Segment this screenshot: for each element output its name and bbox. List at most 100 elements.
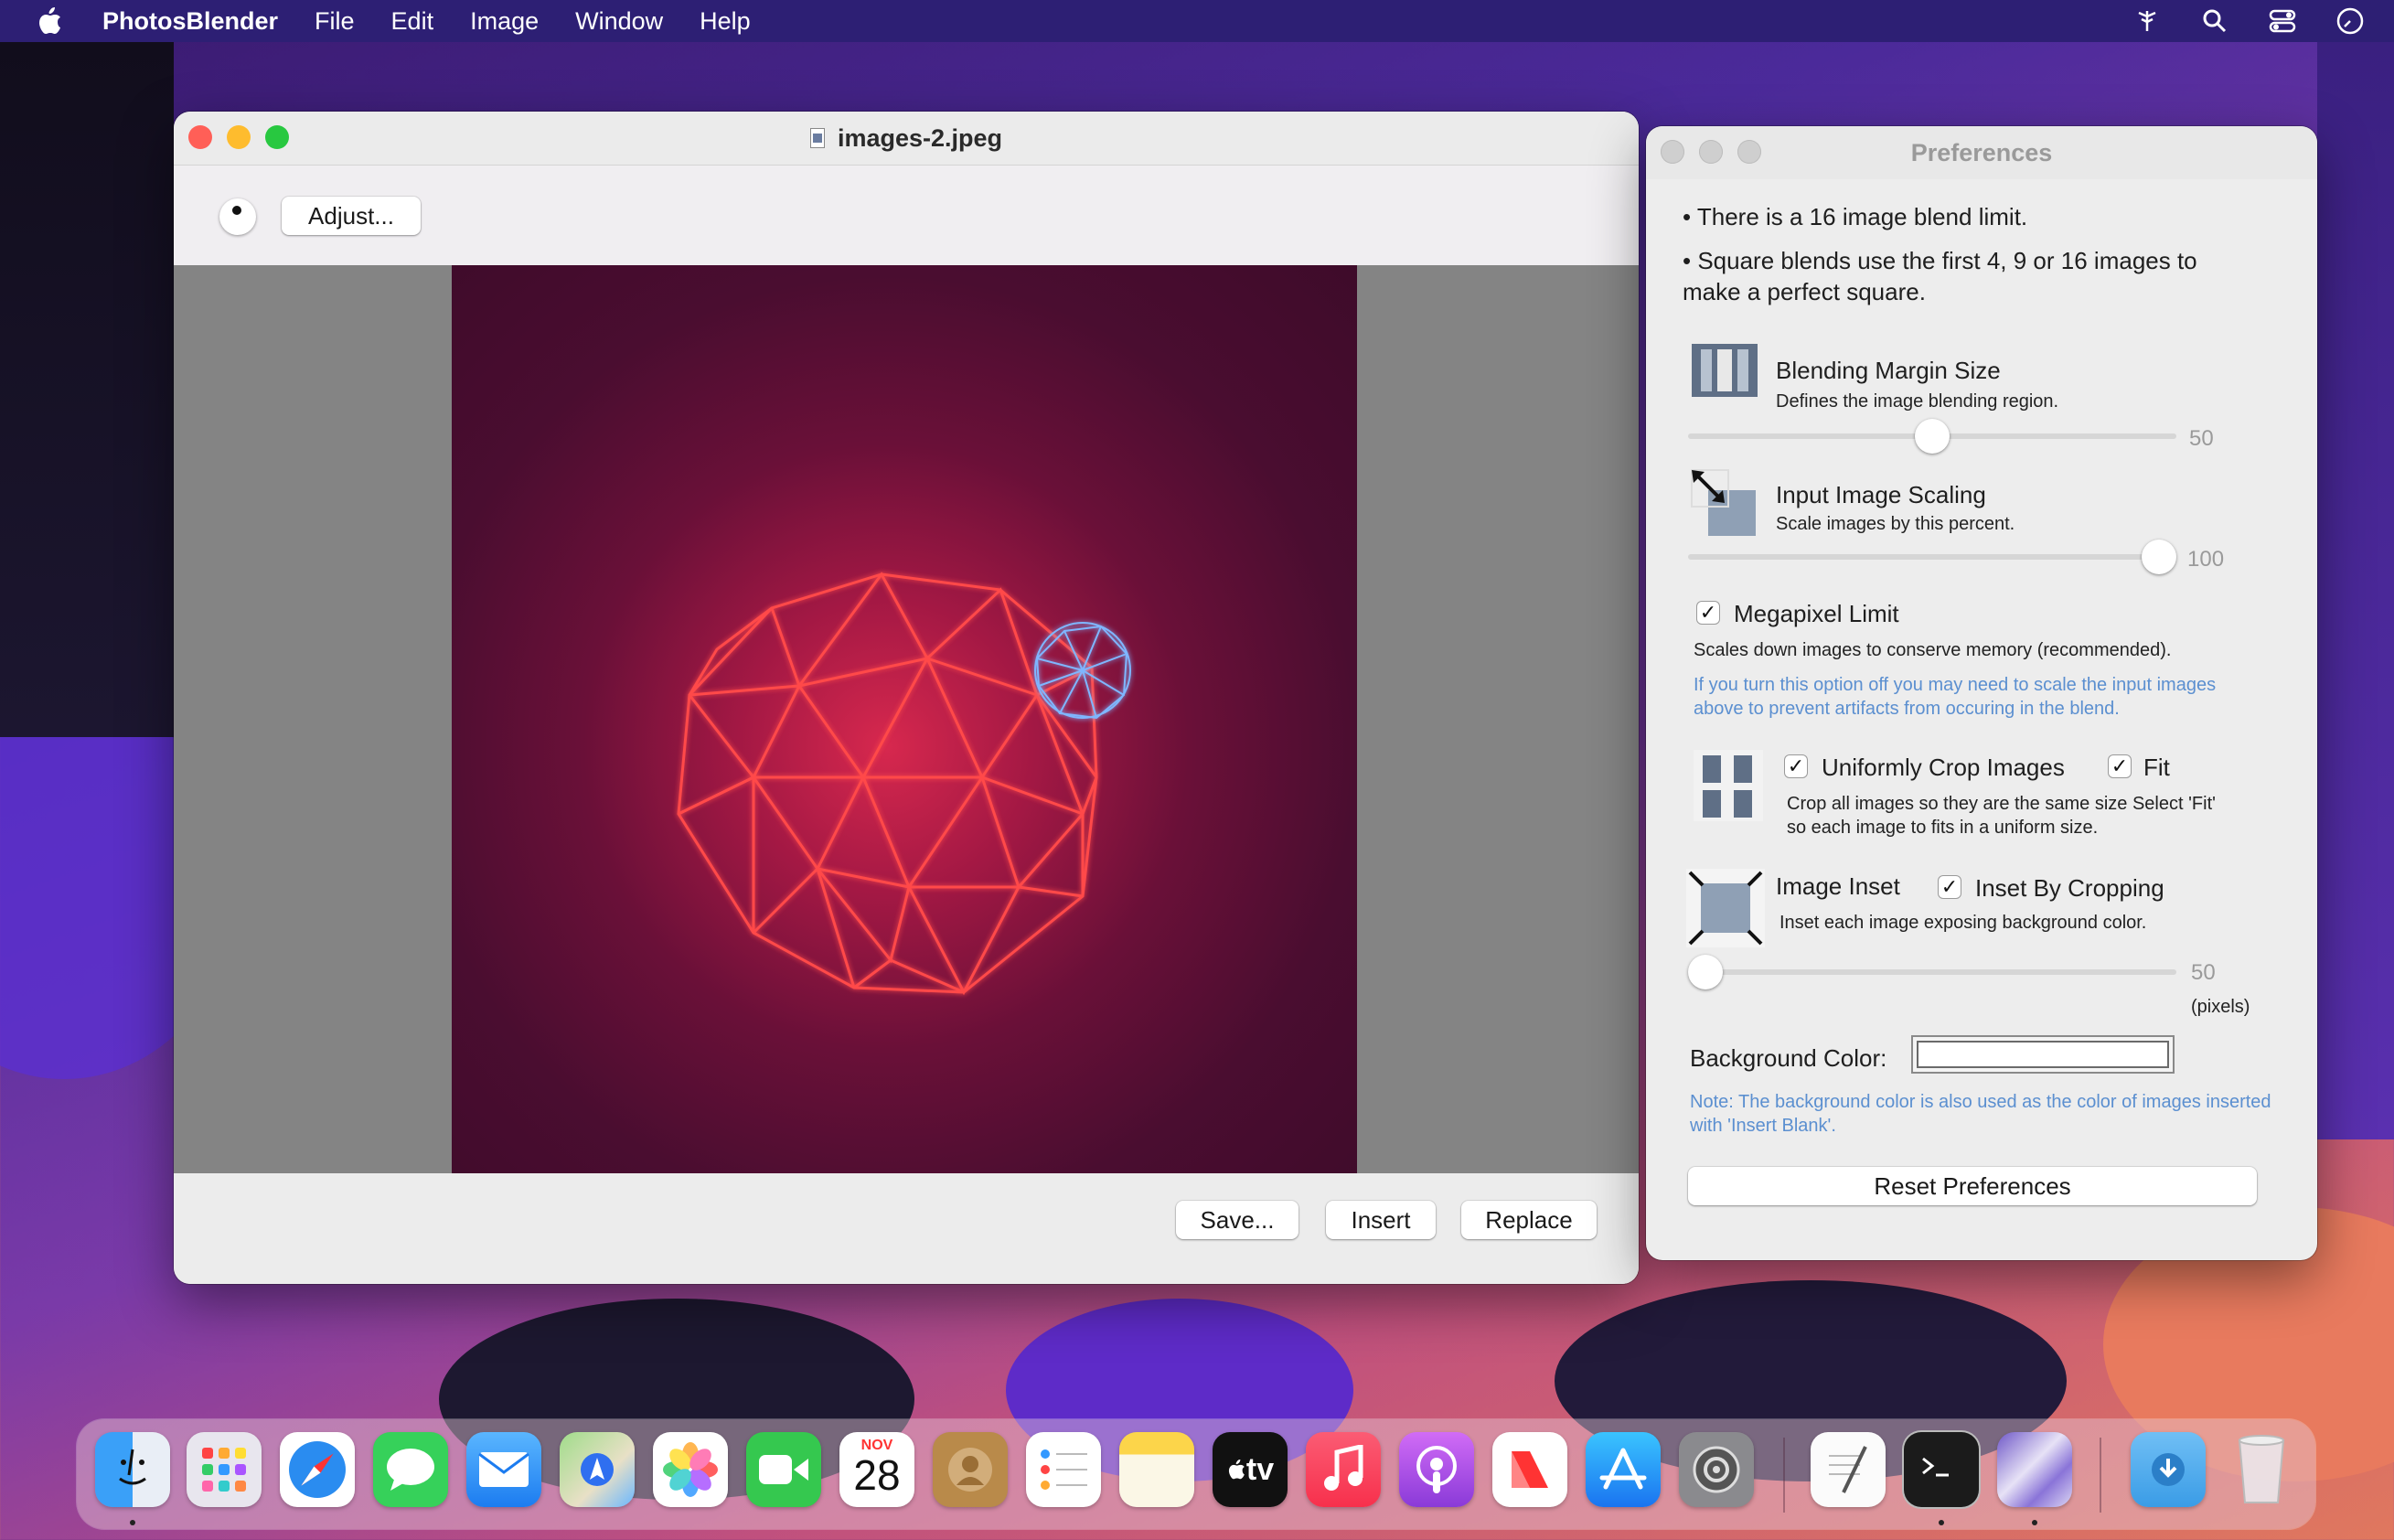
calendar-day: 28 (853, 1451, 901, 1499)
fit-checkbox[interactable]: ✓ (2109, 755, 2131, 777)
contacts-icon[interactable] (933, 1432, 1008, 1507)
zoom-button[interactable] (1737, 140, 1761, 164)
finder-icon[interactable] (95, 1432, 170, 1507)
inset-by-cropping-label: Inset By Cropping (1975, 874, 2164, 902)
megapixel-limit-checkbox[interactable]: ✓ (1697, 602, 1719, 624)
uniform-crop-icon (1694, 750, 1763, 821)
maps-icon[interactable] (560, 1432, 635, 1507)
preferences-window: Preferences • There is a 16 image blend … (1646, 126, 2317, 1260)
blending-margin-slider-knob[interactable] (1915, 419, 1950, 454)
photosblender-icon[interactable] (1997, 1432, 2072, 1507)
minimize-button[interactable] (1699, 140, 1723, 164)
blending-margin-icon (1690, 342, 1759, 399)
insert-button[interactable]: Insert (1326, 1201, 1436, 1239)
fit-label: Fit (2143, 754, 2170, 781)
save-button[interactable]: Save... (1176, 1201, 1299, 1239)
apple-menu-icon[interactable] (31, 3, 68, 39)
close-button[interactable] (1661, 140, 1684, 164)
notes-icon[interactable] (1119, 1432, 1194, 1507)
menu-help[interactable]: Help (700, 7, 751, 36)
input-scaling-icon (1690, 468, 1759, 538)
uniform-crop-desc-1: Crop all images so they are the same siz… (1787, 794, 2216, 814)
image-inset-slider[interactable] (1688, 969, 2176, 975)
image-inset-value: 50 (2191, 960, 2216, 985)
preferences-title: Preferences (1910, 138, 2053, 166)
preferences-titlebar[interactable]: Preferences (1646, 126, 2317, 179)
image-inset-desc: Inset each image exposing background col… (1779, 913, 2147, 933)
zoom-button[interactable] (265, 125, 289, 149)
downloads-folder-icon[interactable] (2131, 1432, 2206, 1507)
info-blend-limit: • There is a 16 image blend limit. (1683, 203, 2028, 230)
geodesic-sphere-image (677, 572, 1131, 996)
safari-icon[interactable] (280, 1432, 355, 1507)
image-window: images-2.jpeg Adjust... Save... Insert R… (174, 112, 1639, 1284)
image-preview (452, 265, 1357, 1173)
megapixel-limit-label: Megapixel Limit (1734, 600, 1899, 627)
menu-bar: PhotosBlender File Edit Image Window Hel… (0, 0, 2394, 42)
image-preview-area (174, 265, 1639, 1173)
system-settings-icon[interactable] (1679, 1432, 1754, 1507)
megapixel-limit-desc: Scales down images to conserve memory (r… (1694, 640, 2172, 660)
image-window-titlebar[interactable]: images-2.jpeg (174, 112, 1639, 166)
blending-margin-title: Blending Margin Size (1776, 357, 2001, 384)
wallpaper-shape (2317, 42, 2394, 1139)
siri-clock-icon[interactable] (2334, 5, 2367, 37)
dock-running-indicator (2032, 1520, 2037, 1525)
tv-icon[interactable]: tv (1213, 1432, 1288, 1507)
textedit-icon[interactable] (1811, 1432, 1886, 1507)
window-title: images-2.jpeg (837, 123, 1003, 152)
news-icon[interactable] (1492, 1432, 1567, 1507)
mail-icon[interactable] (466, 1432, 541, 1507)
facetime-icon[interactable] (746, 1432, 821, 1507)
document-icon (809, 128, 825, 148)
menu-edit[interactable]: Edit (391, 7, 434, 36)
control-center-icon[interactable] (2266, 5, 2299, 37)
input-scaling-value: 100 (2187, 547, 2225, 572)
input-scaling-desc: Scale images by this percent. (1776, 514, 2015, 534)
info-square-blends: • Square blends use the first 4, 9 or 16… (1683, 247, 2197, 274)
image-inset-slider-knob[interactable] (1688, 955, 1723, 989)
podcasts-icon[interactable] (1399, 1432, 1474, 1507)
dock: NOV 28 tv (77, 1419, 2315, 1529)
image-inset-icon (1686, 869, 1765, 947)
terminal-icon[interactable] (1904, 1432, 1979, 1507)
megapixel-limit-note: If you turn this option off you may need… (1694, 675, 2217, 719)
tv-label: tv (1245, 1451, 1275, 1487)
menu-file[interactable]: File (315, 7, 355, 36)
adjust-button[interactable]: Adjust... (282, 197, 421, 235)
dock-running-indicator (1939, 1520, 1944, 1525)
minimize-button[interactable] (227, 125, 251, 149)
input-scaling-slider[interactable] (1688, 554, 2176, 560)
background-color-label: Background Color: (1690, 1044, 1887, 1072)
uniform-crop-checkbox[interactable]: ✓ (1785, 755, 1807, 777)
inset-by-cropping-checkbox[interactable]: ✓ (1939, 876, 1961, 898)
search-icon[interactable] (2198, 5, 2231, 37)
background-color-note: Note: The background color is also used … (1690, 1092, 2271, 1136)
menu-window[interactable]: Window (575, 7, 663, 36)
background-color-well[interactable] (1911, 1035, 2175, 1074)
messages-icon[interactable] (373, 1432, 448, 1507)
close-button[interactable] (188, 125, 212, 149)
launchpad-icon[interactable] (187, 1432, 262, 1507)
adjust-knob[interactable] (219, 198, 256, 235)
input-scaling-slider-knob[interactable] (2142, 540, 2176, 574)
wallpaper-shape (0, 42, 174, 737)
info-square-blends-cont: make a perfect square. (1683, 278, 1926, 305)
dock-running-indicator (130, 1520, 135, 1525)
music-icon[interactable] (1306, 1432, 1381, 1507)
calendar-icon[interactable]: NOV 28 (839, 1432, 914, 1507)
menu-app-name[interactable]: PhotosBlender (102, 7, 278, 36)
input-scaling-title: Input Image Scaling (1776, 481, 1986, 508)
photos-icon[interactable] (653, 1432, 728, 1507)
trash-icon[interactable] (2224, 1432, 2299, 1507)
app-store-icon[interactable] (1586, 1432, 1661, 1507)
reminders-icon[interactable] (1026, 1432, 1101, 1507)
uniform-crop-label: Uniformly Crop Images (1822, 754, 2065, 781)
wifi-icon[interactable] (2131, 5, 2164, 37)
image-inset-unit: (pixels) (2191, 997, 2250, 1017)
replace-button[interactable]: Replace (1461, 1201, 1597, 1239)
menu-image[interactable]: Image (470, 7, 539, 36)
dock-separator (1783, 1438, 1785, 1513)
uniform-crop-desc-2: so each image to fits in a uniform size. (1787, 818, 2099, 838)
reset-preferences-button[interactable]: Reset Preferences (1688, 1167, 2257, 1205)
